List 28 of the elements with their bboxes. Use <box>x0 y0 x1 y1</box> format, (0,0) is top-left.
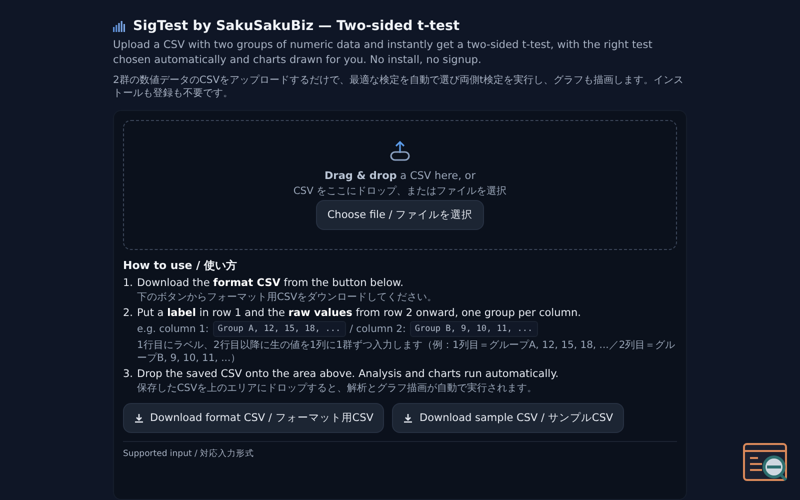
description: Upload a CSV with two groups of numeric data and instantly get a two-sided t-test, with the right test chosen automatically and charts drawn for you. No install, no signup. <box>113 38 654 68</box>
step-number: 1. <box>123 277 134 291</box>
drop-prompt: CSV をここにドロップ、またはファイルを選択 <box>293 184 507 198</box>
step-note: 保存したCSVを上のエリアにドロップすると、解析とグラフ描画が自動で実行されます。 <box>137 382 538 395</box>
step-text: Drop the saved CSV onto the area above. Analysis and charts run automatically. <box>137 368 559 380</box>
step-text: Put a label in row 1 and the raw values from row 2 onward, one group per column. <box>137 307 582 319</box>
step-text: Download the format CSV from the button below. <box>137 277 404 289</box>
description: 2群の数値データのCSVをアップロードするだけで、最適な検定を自動で選び両側t検定を実行し、グラフも描画します。インストールも登録も不要です。 <box>113 74 684 100</box>
code-sample: Group A, 12, 15, 18, ... <box>212 321 346 337</box>
step-note: 下のボタンからフォーマット用CSVをダウンロードしてください。 <box>137 291 438 304</box>
download-icon <box>134 413 144 423</box>
step-number: 2. <box>123 307 134 321</box>
step-number: 3. <box>123 368 134 382</box>
page-title: SigTest by SakuSakuBiz — Two-sided t-test <box>133 18 460 34</box>
choose-file-button[interactable]: Choose file / ファイルを選択 <box>316 200 484 230</box>
bar-chart-icon <box>113 20 126 32</box>
download-button[interactable]: Download format CSV / フォーマット用CSV <box>123 403 384 433</box>
example-label: e.g. column 1: <box>137 324 209 334</box>
section-label: Supported input / 対応入力形式 <box>123 448 256 460</box>
drop-zone[interactable]: Drag & drop a CSV here, or CSV をここにドロップ、またはファイルを選択 Choose file / ファイルを選択 <box>123 120 677 250</box>
drop-prompt: Drag & drop a CSV here, or <box>324 170 476 182</box>
download-icon <box>403 413 414 423</box>
upload-icon <box>389 140 411 162</box>
step-note: 1行目にラベル、2行目以降に生の値を1列に1群ずつ入力します（例：1列目＝グループA, 12, 15, 18, ...／2列目＝グループB, 9, 10, 11, ...） <box>137 339 676 365</box>
section-title: How to use / 使い方 <box>123 258 238 273</box>
download-button[interactable]: Download sample CSV / サンプルCSV <box>392 403 624 433</box>
code-sample: Group B, 9, 10, 11, ... <box>410 321 538 337</box>
example-label: / column 2: <box>350 324 406 334</box>
